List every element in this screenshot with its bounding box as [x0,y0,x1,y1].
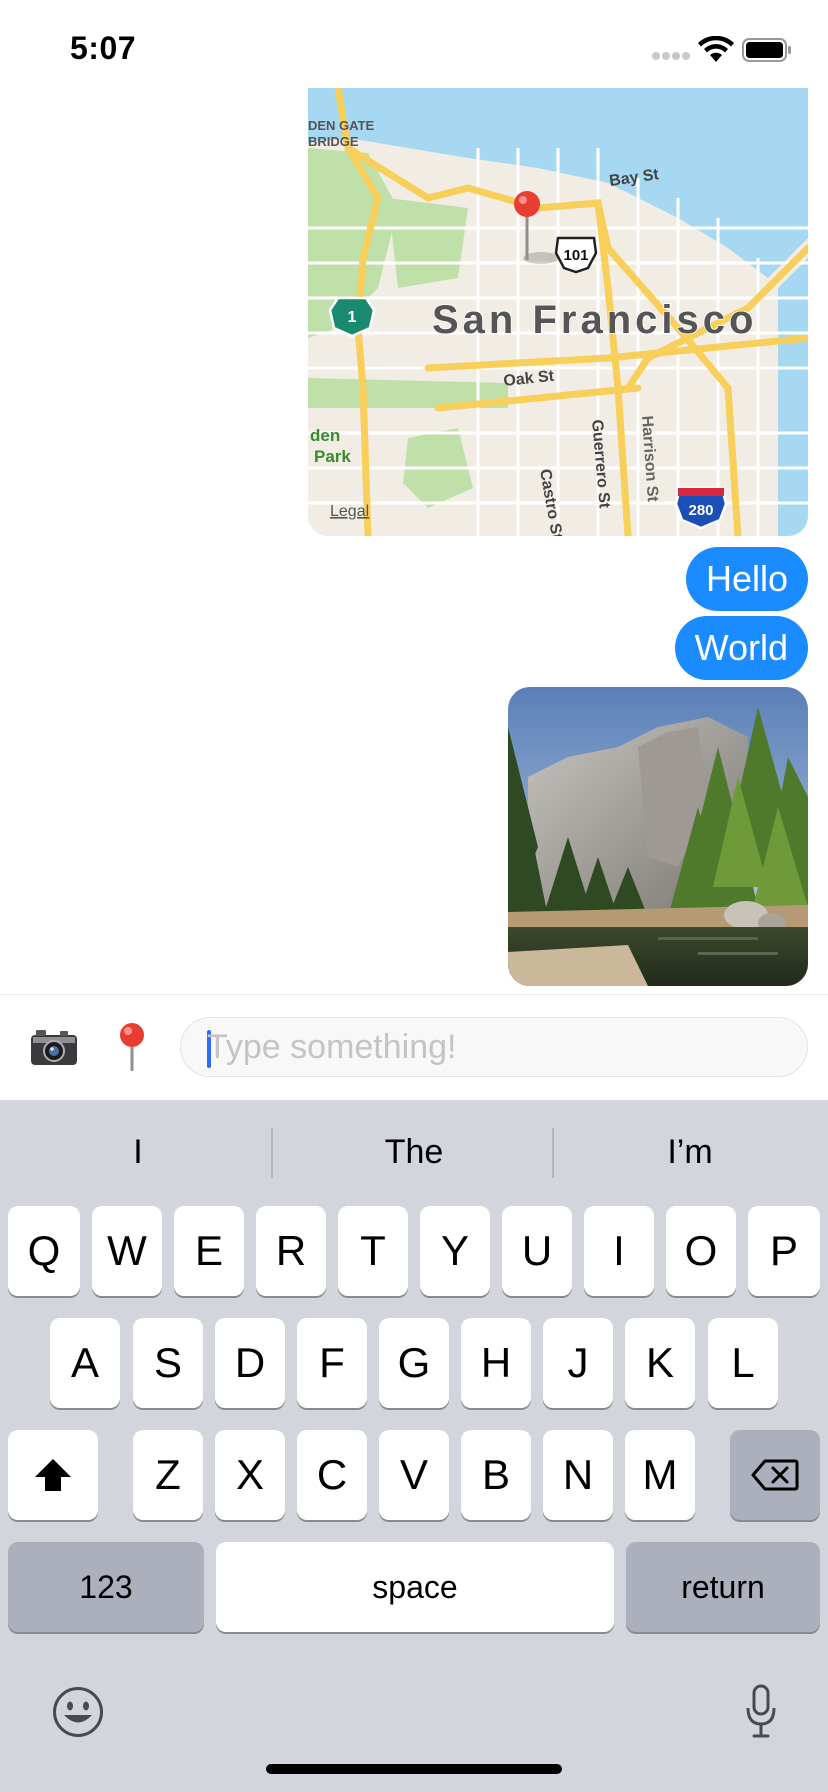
route-101-label: 101 [563,247,588,264]
cellular-dots-icon [652,52,690,62]
key-r[interactable]: R [256,1206,326,1296]
space-key[interactable]: space [216,1542,614,1632]
suggestion-item[interactable]: I [0,1100,276,1204]
route-101-shield: 101 [554,236,598,274]
map-place-label-golden-gate: DEN GATE [308,118,375,133]
map-legal-link: Legal [330,503,369,520]
key-a[interactable]: A [50,1318,120,1408]
map-message-bubble[interactable]: 101 1 280 San Francisco Bay St Oak St Ca… [308,88,808,536]
status-time: 5:07 [70,30,137,66]
numbers-key[interactable]: 123 [8,1542,204,1632]
message-list[interactable]: 101 1 280 San Francisco Bay St Oak St Ca… [0,88,828,994]
composer-bar [0,994,828,1100]
key-e[interactable]: E [174,1206,244,1296]
key-f[interactable]: F [297,1318,367,1408]
message-bubble-world[interactable]: World [674,616,808,680]
key-q[interactable]: Q [8,1206,80,1296]
backspace-icon [751,1459,799,1491]
delete-key[interactable] [730,1430,820,1520]
emoji-icon[interactable] [52,1686,104,1738]
key-u[interactable]: U [502,1206,572,1296]
suggestion-item[interactable]: I’m [552,1100,828,1204]
key-d[interactable]: D [215,1318,285,1408]
key-p[interactable]: P [748,1206,820,1296]
key-j[interactable]: J [543,1318,613,1408]
message-bubble-hello[interactable]: Hello [685,547,808,611]
suggestion-bar: I The I’m [0,1100,828,1204]
key-m[interactable]: M [625,1430,695,1520]
landscape-photo [508,687,808,986]
key-n[interactable]: N [543,1430,613,1520]
map-place-label-park-2: Park [314,447,351,466]
suggestion-divider [271,1128,273,1178]
key-z[interactable]: Z [133,1430,203,1520]
key-v[interactable]: V [379,1430,449,1520]
route-1-label: 1 [348,309,357,326]
map-place-label-park-1: den [310,426,340,445]
key-w[interactable]: W [92,1206,162,1296]
camera-icon[interactable] [30,1027,78,1067]
message-input[interactable] [207,1018,797,1076]
return-key[interactable]: return [626,1542,820,1632]
shift-arrow-icon [35,1459,71,1491]
map-pin-icon[interactable] [114,1021,150,1071]
map-place-label-bridge: BRIDGE [308,134,359,149]
key-c[interactable]: C [297,1430,367,1520]
battery-full-icon [742,38,791,62]
key-i[interactable]: I [584,1206,654,1296]
key-y[interactable]: Y [420,1206,490,1296]
keyboard: I The I’m Q W E R T Y U I O P A S D F G … [0,1100,828,1792]
key-g[interactable]: G [379,1318,449,1408]
map-image: 101 1 280 San Francisco Bay St Oak St Ca… [308,88,808,536]
key-k[interactable]: K [625,1318,695,1408]
photo-message-bubble[interactable] [508,687,808,986]
key-h[interactable]: H [461,1318,531,1408]
key-o[interactable]: O [666,1206,736,1296]
map-city-label: San Francisco [432,298,757,342]
suggestion-item[interactable]: The [276,1100,552,1204]
shift-key[interactable] [8,1430,98,1520]
status-bar: 5:07 [0,0,828,88]
route-1-shield: 1 [328,296,376,338]
message-text-field[interactable] [180,1017,808,1077]
home-indicator [266,1764,562,1774]
key-b[interactable]: B [461,1430,531,1520]
microphone-icon[interactable] [746,1684,776,1740]
key-x[interactable]: X [215,1430,285,1520]
key-t[interactable]: T [338,1206,408,1296]
key-l[interactable]: L [708,1318,778,1408]
wifi-icon [698,36,734,62]
key-s[interactable]: S [133,1318,203,1408]
route-280-label: 280 [688,502,713,519]
